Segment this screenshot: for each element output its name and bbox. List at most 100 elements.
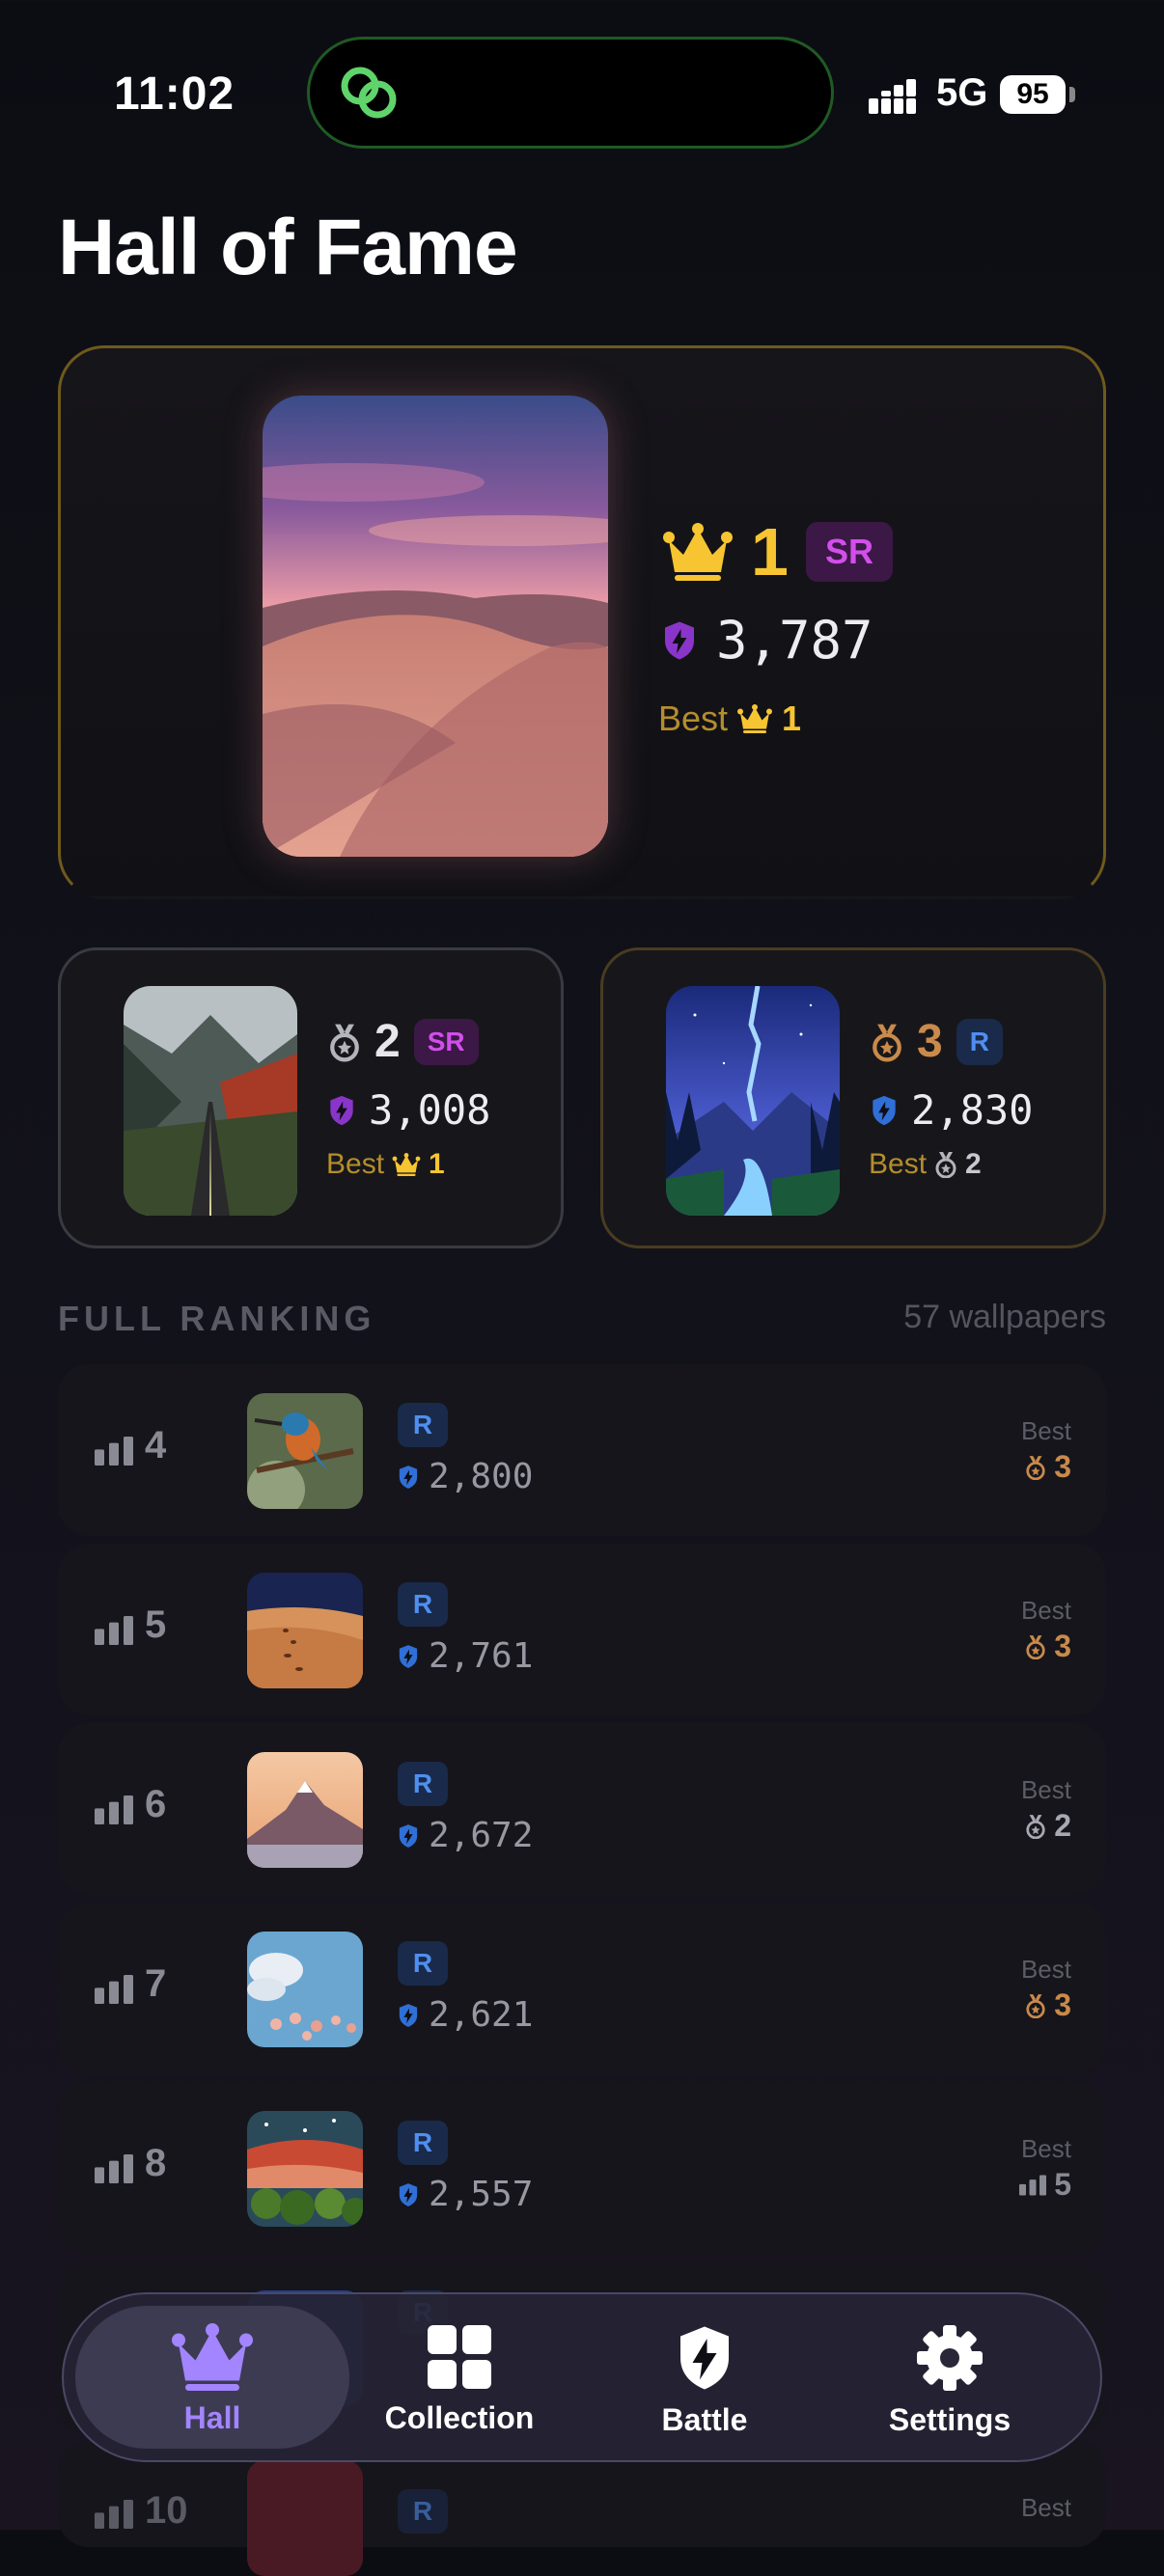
best-label: Best bbox=[1020, 2493, 1071, 2522]
tier-badge: SR bbox=[805, 522, 893, 582]
shield-bolt-icon bbox=[398, 1465, 419, 1490]
shield-bolt-icon bbox=[328, 1094, 355, 1127]
best-value: 5 bbox=[1054, 2167, 1071, 2202]
podium-2-wallpaper[interactable] bbox=[124, 986, 297, 1216]
best-rank: 2 bbox=[1025, 1808, 1071, 1844]
best-value: 3 bbox=[1054, 1629, 1071, 1663]
best-value: 3 bbox=[1054, 1449, 1071, 1484]
elo-value: 2,557 bbox=[429, 2175, 534, 2214]
elo-value: 2,621 bbox=[429, 1995, 534, 2035]
rank-number: 6 bbox=[145, 1783, 167, 1825]
rank-number: 5 bbox=[145, 1603, 167, 1646]
wallpaper-thumbnail[interactable] bbox=[247, 2460, 363, 2576]
tab-label: Battle bbox=[661, 2402, 748, 2437]
elo: 2,621 bbox=[398, 1995, 533, 2035]
wallpaper-thumbnail[interactable] bbox=[247, 2111, 363, 2227]
best-label: Best bbox=[1020, 1775, 1071, 1804]
best-label: Best bbox=[1020, 1596, 1071, 1625]
rank-bars-icon bbox=[95, 1436, 133, 1466]
best-value: 1 bbox=[429, 1148, 445, 1180]
elo-value: 2,830 bbox=[911, 1086, 1034, 1134]
elo-value: 2,800 bbox=[429, 1457, 534, 1496]
tab-label: Settings bbox=[888, 2402, 1012, 2437]
podium-3-elo: 2,830 bbox=[871, 1086, 1033, 1134]
ranking-row[interactable]: 7 R 2,621 Best 3 bbox=[58, 1903, 1106, 2074]
network-type: 5G bbox=[936, 71, 988, 114]
best-value: 2 bbox=[1054, 1808, 1071, 1843]
tab-battle[interactable]: Battle bbox=[579, 2323, 830, 2438]
page-title: Hall of Fame bbox=[58, 204, 518, 291]
silver-medal-icon bbox=[934, 1151, 957, 1178]
elo-value: 3,008 bbox=[369, 1086, 491, 1134]
champion-best: Best 1 bbox=[658, 699, 801, 739]
wallpaper-thumbnail[interactable] bbox=[247, 1573, 363, 1688]
best-label: Best bbox=[869, 1148, 928, 1180]
shield-bolt-icon bbox=[871, 1094, 898, 1127]
ranking-row[interactable]: 8 R 2,557 Best 5 bbox=[58, 2082, 1106, 2254]
elo-value: 3,787 bbox=[716, 610, 873, 671]
battery-icon: 95 bbox=[1000, 75, 1066, 114]
best-rank: 3 bbox=[1025, 1449, 1071, 1485]
bronze-medal-icon bbox=[871, 1022, 903, 1062]
best-value: 3 bbox=[1054, 1987, 1071, 2022]
champion-rank: 1 SR bbox=[662, 513, 893, 590]
crown-icon bbox=[662, 523, 734, 581]
tier-badge: R bbox=[398, 1941, 448, 1986]
best-label: Best bbox=[326, 1148, 385, 1180]
tier-badge: R bbox=[398, 2121, 448, 2165]
champion-elo: 3,787 bbox=[662, 610, 873, 671]
rank-bars-icon bbox=[95, 1974, 133, 2005]
podium-3-rank: 3 R bbox=[871, 1015, 1003, 1068]
ranking-row[interactable]: 6 R 2,672 Best 2 bbox=[58, 1723, 1106, 1895]
wallpaper-thumbnail[interactable] bbox=[247, 1393, 363, 1509]
silver-medal-icon bbox=[1025, 1814, 1046, 1839]
rank-number: 4 bbox=[145, 1424, 167, 1466]
tier-badge: SR bbox=[413, 1018, 479, 1065]
tab-label: Hall bbox=[183, 2400, 241, 2435]
rank-bars-icon bbox=[95, 1795, 133, 1825]
elo-value: 2,761 bbox=[429, 1636, 534, 1676]
elo-value: 2,672 bbox=[429, 1816, 534, 1855]
rank-number: 3 bbox=[917, 1016, 943, 1067]
champion-wallpaper[interactable] bbox=[263, 396, 608, 857]
podium-2-elo: 3,008 bbox=[328, 1086, 490, 1134]
podium-2-best: Best 1 bbox=[326, 1148, 445, 1181]
best-label: Best bbox=[658, 699, 729, 738]
tier-badge: R bbox=[398, 1403, 448, 1447]
tab-label: Collection bbox=[384, 2400, 535, 2435]
section-title: FULL RANKING bbox=[58, 1299, 376, 1338]
rank-number: 10 bbox=[145, 2489, 188, 2532]
elo: 2,761 bbox=[398, 1636, 533, 1676]
rank-bars-icon bbox=[95, 2499, 133, 2530]
podium-3-best: Best 2 bbox=[869, 1148, 982, 1181]
ranking-row[interactable]: 5 R 2,761 Best 3 bbox=[58, 1544, 1106, 1715]
tier-badge: R bbox=[398, 1582, 448, 1627]
best-label: Best bbox=[1020, 1416, 1071, 1445]
tab-settings[interactable]: Settings bbox=[824, 2323, 1075, 2438]
dynamic-island bbox=[307, 37, 834, 149]
rank-bars-icon bbox=[95, 1615, 133, 1646]
shield-bolt-icon bbox=[398, 1823, 419, 1849]
tab-hall[interactable]: Hall bbox=[87, 2323, 338, 2436]
elo: 2,672 bbox=[398, 1816, 533, 1855]
gear-icon bbox=[917, 2325, 983, 2391]
elo: 2,800 bbox=[398, 1457, 533, 1496]
bronze-medal-icon bbox=[1025, 1634, 1046, 1659]
best-label: Best bbox=[1020, 1955, 1071, 1984]
rank-number: 7 bbox=[145, 1962, 167, 2005]
podium-3-wallpaper[interactable] bbox=[666, 986, 840, 1216]
wallpaper-thumbnail[interactable] bbox=[247, 1932, 363, 2047]
shield-bolt-icon bbox=[676, 2323, 734, 2393]
best-value: 1 bbox=[782, 699, 802, 738]
wallpaper-thumbnail[interactable] bbox=[247, 1752, 363, 1868]
rank-number: 8 bbox=[145, 2142, 167, 2184]
shield-bolt-icon bbox=[398, 2003, 419, 2028]
shield-bolt-icon bbox=[398, 2182, 419, 2207]
best-rank: 3 bbox=[1025, 1629, 1071, 1664]
best-value: 2 bbox=[965, 1148, 982, 1180]
rank-bars-icon bbox=[1019, 2175, 1046, 2196]
tab-collection[interactable]: Collection bbox=[334, 2323, 585, 2436]
ranking-row[interactable]: 4 R 2,800 Best 3 bbox=[58, 1364, 1106, 1536]
best-label: Best bbox=[1020, 2134, 1071, 2163]
crown-icon bbox=[737, 704, 772, 733]
